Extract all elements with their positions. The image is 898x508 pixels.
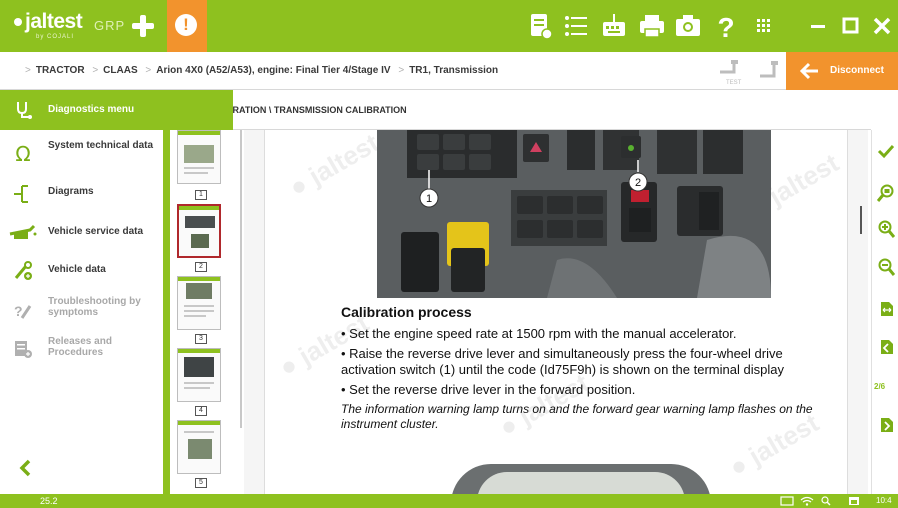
minimize-icon[interactable] xyxy=(802,10,834,42)
section-heading: Calibration process xyxy=(341,304,472,320)
page-thumbnail[interactable] xyxy=(177,348,221,402)
print-icon[interactable] xyxy=(636,10,668,42)
right-toolbar: 2/6 xyxy=(871,130,898,494)
instruction-step: • Set the engine speed rate at 1500 rpm … xyxy=(341,326,737,341)
sidebar-item-system-technical-data[interactable]: Ω System technical data xyxy=(0,132,163,172)
disconnect-button[interactable]: Disconnect xyxy=(786,52,898,90)
sidebar-item-label: Diagrams xyxy=(48,186,94,197)
document-scrollbar[interactable] xyxy=(860,206,862,234)
sidebar-item-label: System technical data xyxy=(48,140,154,151)
breadcrumb: > TRACTOR > CLAAS > Arion 4X0 (A52/A53), en… xyxy=(25,65,499,76)
test-label: TEST xyxy=(726,80,742,86)
sidebar-item-vehicle-service-data[interactable]: Vehicle service data xyxy=(0,212,163,252)
thumbnail-page-number: 5 xyxy=(195,478,207,488)
troubleshoot-icon: ? xyxy=(14,303,32,319)
page-thumbnail[interactable] xyxy=(177,420,221,474)
grp-label: GRP xyxy=(94,18,126,33)
close-icon[interactable] xyxy=(866,10,898,42)
maximize-icon[interactable] xyxy=(834,10,866,42)
check-icon[interactable] xyxy=(877,142,895,160)
diagram-icon xyxy=(14,185,28,203)
instrument-cluster-display xyxy=(477,472,685,494)
logo-subtitle: by COJALI xyxy=(36,34,75,40)
breadcrumb-item[interactable]: Arion 4X0 (A52/A53), engine: Final Tier … xyxy=(156,65,390,76)
clock: 10:4 xyxy=(876,496,892,505)
document-page: ● jaltest ● jaltest ● jaltest ● jaltest … xyxy=(264,130,848,494)
diagnostics-menu-label: Diagnostics menu xyxy=(48,104,135,115)
collapse-sidebar-icon[interactable] xyxy=(16,458,36,478)
sidebar-item-diagrams[interactable]: Diagrams xyxy=(0,172,163,212)
sidebar-item-label: Releases and Procedures xyxy=(48,336,112,358)
content-header: CALIBRATION \ TRANSMISSION CALIBRATION xyxy=(163,90,871,130)
connector-icon[interactable] xyxy=(756,58,782,86)
thumbnail-list: 1 2 3 4 5 xyxy=(170,130,234,494)
page-title: CALIBRATION \ TRANSMISSION CALIBRATION xyxy=(205,105,407,115)
right-toolbar-header xyxy=(871,90,898,130)
breadcrumb-item[interactable]: CLAAS xyxy=(103,65,137,76)
omega-icon: Ω xyxy=(15,142,30,164)
version-label: 25.2 xyxy=(40,496,58,506)
diagnostics-menu-button[interactable]: Diagnostics menu xyxy=(0,90,163,130)
thumbnail-page-number: 2 xyxy=(195,262,207,272)
sidebar-item-label: Troubleshooting by symptoms xyxy=(48,296,141,318)
apps-grid-icon[interactable] xyxy=(748,10,780,42)
thumbnail-page-number: 4 xyxy=(195,406,207,416)
sidebar: Diagnostics menu Ω System technical data… xyxy=(0,90,163,494)
alert-button[interactable]: ! xyxy=(167,0,207,52)
keyboard-status-icon[interactable] xyxy=(780,496,794,506)
sidebar-item-troubleshooting[interactable]: ? Troubleshooting by symptoms xyxy=(0,290,163,330)
sidebar-item-vehicle-data[interactable]: Vehicle data xyxy=(0,250,163,290)
breadcrumb-item[interactable]: TR1, Transmission xyxy=(409,65,498,76)
help-icon[interactable]: ? xyxy=(710,10,742,42)
arrow-left-icon xyxy=(799,62,818,80)
thumbnail-scrollbar[interactable] xyxy=(240,130,242,428)
switch-panel-photo: 1 2 xyxy=(377,130,771,298)
thumbnail-page-number: 3 xyxy=(195,334,207,344)
wrench-plus-icon xyxy=(14,261,32,280)
status-bar: 25.2 10:4 xyxy=(0,494,898,508)
zoom-out-icon[interactable] xyxy=(877,258,895,276)
jaltest-logo: jaltest xyxy=(14,10,83,34)
instruction-step: • Raise the reverse drive lever and simu… xyxy=(341,346,784,377)
diagnostics-icon xyxy=(17,102,32,119)
connector-test-icon[interactable]: TEST xyxy=(716,58,742,86)
list-icon[interactable] xyxy=(560,10,592,42)
document-plus-icon xyxy=(15,341,32,358)
instruction-step: • Set the reverse drive lever in the for… xyxy=(341,382,636,397)
breadcrumb-item[interactable]: TRACTOR xyxy=(36,65,85,76)
document-text: Calibration process • Set the engine spe… xyxy=(341,304,841,436)
add-icon[interactable] xyxy=(128,10,160,42)
calendar-icon[interactable] xyxy=(848,496,860,506)
report-icon[interactable] xyxy=(524,10,556,42)
sidebar-item-releases-procedures[interactable]: Releases and Procedures xyxy=(0,330,163,370)
wifi-icon xyxy=(800,496,814,506)
document-viewer[interactable]: ● jaltest ● jaltest ● jaltest ● jaltest … xyxy=(244,130,868,494)
svg-text:?: ? xyxy=(717,12,734,42)
zoom-in-icon[interactable] xyxy=(877,220,895,238)
zoom-fit-icon[interactable] xyxy=(877,184,895,202)
alert-icon: ! xyxy=(175,14,197,36)
page-thumbnail-selected[interactable] xyxy=(177,204,221,258)
sidebar-item-label: Vehicle service data xyxy=(48,226,144,237)
callout-1: 1 xyxy=(426,193,432,205)
callout-2: 2 xyxy=(635,177,641,189)
next-page-icon[interactable] xyxy=(877,416,895,434)
page-indicator: 2/6 xyxy=(874,382,886,391)
sidebar-item-label: Vehicle data xyxy=(48,264,106,275)
fit-width-icon[interactable] xyxy=(877,300,895,318)
thumbnail-page-number: 1 xyxy=(195,190,207,200)
page-thumbnail[interactable] xyxy=(177,130,221,184)
page-thumbnail[interactable] xyxy=(177,276,221,330)
search-status-icon[interactable] xyxy=(820,496,832,506)
previous-page-icon[interactable] xyxy=(877,338,895,356)
instruction-note: The information warning lamp turns on an… xyxy=(341,402,813,431)
keyboard-icon[interactable] xyxy=(598,10,630,42)
svg-text:Ω: Ω xyxy=(15,142,30,164)
disconnect-label: Disconnect xyxy=(830,65,884,76)
oil-can-icon xyxy=(9,224,37,239)
camera-icon[interactable] xyxy=(672,10,704,42)
